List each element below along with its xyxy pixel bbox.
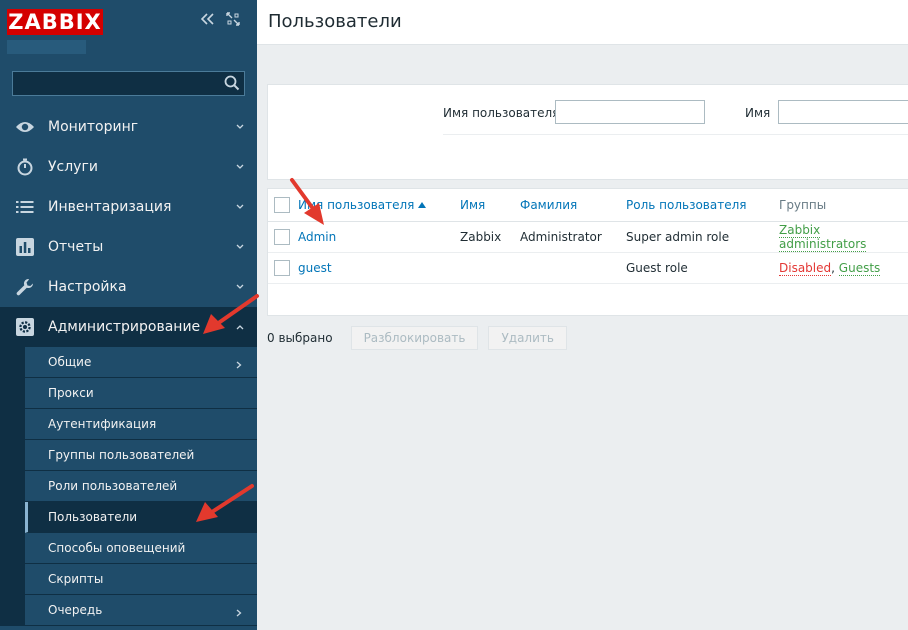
menu-item-configuration[interactable]: Настройка	[0, 267, 257, 307]
submenu-item-label: Роли пользователей	[48, 479, 178, 493]
column-header-label: Имя пользователя	[298, 197, 415, 212]
submenu-item-label: Пользователи	[48, 510, 138, 524]
surname-cell: Administrator	[520, 229, 602, 244]
menu-item-label: Мониторинг	[48, 119, 139, 135]
row-checkbox[interactable]	[274, 259, 290, 276]
table-action-bar: 0 выбрано Разблокировать Удалить	[267, 326, 577, 350]
bar-chart-icon	[15, 237, 35, 257]
submenu-item-label: Аутентификация	[48, 417, 157, 431]
username-link[interactable]: guest	[298, 261, 332, 275]
kiosk-mode-icon[interactable]	[226, 12, 240, 30]
sort-ascending-icon	[418, 201, 427, 208]
chevron-right-icon	[235, 606, 243, 617]
users-table-panel: Имя пользователя Имя Фамилия Роль пользо…	[267, 188, 908, 316]
submenu-item-queue[interactable]: Очередь	[25, 595, 257, 626]
filter-username-input[interactable]	[555, 100, 705, 124]
table-row: Admin Zabbix Administrator Super admin r…	[268, 221, 908, 253]
disabled-status-link[interactable]: Disabled	[779, 260, 832, 276]
filter-username-label: Имя пользователя	[443, 106, 560, 120]
sidebar-search-input[interactable]	[13, 72, 218, 95]
row-checkbox[interactable]	[274, 228, 290, 245]
filter-panel: Имя пользователя Имя	[267, 84, 908, 180]
search-icon[interactable]	[224, 75, 240, 91]
menu-item-label: Инвентаризация	[48, 199, 172, 215]
column-header-role[interactable]: Роль пользователя	[626, 198, 746, 212]
menu-item-administration[interactable]: Администрирование	[0, 307, 257, 347]
username-link[interactable]: Admin	[298, 230, 336, 244]
column-header-name[interactable]: Имя	[460, 198, 485, 212]
filter-row: Имя пользователя Имя	[443, 100, 908, 135]
column-header-surname[interactable]: Фамилия	[520, 198, 577, 212]
column-header-groups: Группы	[779, 197, 827, 212]
group-link[interactable]: Guests	[838, 260, 881, 276]
role-cell: Super admin role	[626, 229, 730, 244]
column-header-username[interactable]: Имя пользователя	[298, 197, 427, 212]
stopwatch-icon	[15, 157, 35, 177]
submenu-item-proxies[interactable]: Прокси	[25, 378, 257, 409]
menu-item-label: Администрирование	[48, 319, 201, 335]
submenu-item-general[interactable]: Общие	[25, 347, 257, 378]
filter-name-input[interactable]	[778, 100, 908, 124]
page-title: Пользователи	[268, 11, 402, 32]
eye-icon	[15, 117, 35, 137]
table-header-row: Имя пользователя Имя Фамилия Роль пользо…	[268, 189, 908, 222]
sidebar: ZABBIX Мониторинг Услуги Инвентаризация …	[0, 0, 257, 630]
chevron-down-icon	[235, 120, 245, 130]
chevron-right-icon	[235, 358, 243, 369]
group-separator: ,	[831, 260, 835, 275]
name-cell: Zabbix	[460, 229, 502, 244]
filter-name-label: Имя	[745, 106, 771, 120]
menu-item-services[interactable]: Услуги	[0, 147, 257, 187]
sidebar-search	[12, 71, 245, 96]
chevron-down-icon	[235, 240, 245, 250]
main-menu: Мониторинг Услуги Инвентаризация Отчеты	[0, 107, 257, 626]
submenu-item-user-groups[interactable]: Группы пользователей	[25, 440, 257, 471]
menu-item-label: Услуги	[48, 159, 98, 175]
chevron-up-icon	[235, 320, 245, 330]
role-cell: Guest role	[626, 260, 688, 275]
table-row: guest Guest role Disabled, Guests	[268, 252, 908, 284]
submenu-item-label: Прокси	[48, 386, 94, 400]
selected-count: 0 выбрано	[267, 331, 333, 345]
submenu-item-scripts[interactable]: Скрипты	[25, 564, 257, 595]
server-name-blurred	[7, 40, 86, 54]
submenu-item-media-types[interactable]: Способы оповещений	[25, 533, 257, 564]
submenu-item-label: Скрипты	[48, 572, 104, 586]
menu-item-label: Отчеты	[48, 239, 104, 255]
chevron-down-icon	[235, 160, 245, 170]
submenu-item-authentication[interactable]: Аутентификация	[25, 409, 257, 440]
submenu-item-users[interactable]: Пользователи	[25, 502, 257, 533]
zabbix-logo[interactable]: ZABBIX	[7, 9, 103, 35]
submenu-item-label: Общие	[48, 355, 92, 369]
submenu-item-label: Способы оповещений	[48, 541, 186, 555]
chevron-down-icon	[235, 200, 245, 210]
collapse-sidebar-icon[interactable]	[200, 12, 216, 30]
administration-submenu: Общие Прокси Аутентификация Группы польз…	[0, 347, 257, 626]
submenu-item-label: Очередь	[48, 603, 103, 617]
submenu-item-user-roles[interactable]: Роли пользователей	[25, 471, 257, 502]
chevron-down-icon	[235, 280, 245, 290]
menu-item-inventory[interactable]: Инвентаризация	[0, 187, 257, 227]
group-link[interactable]: Zabbix administrators	[779, 222, 867, 252]
users-table: Имя пользователя Имя Фамилия Роль пользо…	[268, 189, 908, 284]
menu-item-reports[interactable]: Отчеты	[0, 227, 257, 267]
menu-item-label: Настройка	[48, 279, 127, 295]
page-header: Пользователи	[257, 0, 908, 45]
list-icon	[15, 197, 35, 217]
menu-item-monitoring[interactable]: Мониторинг	[0, 107, 257, 147]
unblock-button[interactable]: Разблокировать	[350, 326, 479, 350]
gear-icon	[15, 317, 35, 337]
select-all-checkbox[interactable]	[274, 196, 290, 213]
wrench-icon	[15, 277, 35, 297]
delete-button[interactable]: Удалить	[488, 326, 567, 350]
submenu-item-label: Группы пользователей	[48, 448, 195, 462]
